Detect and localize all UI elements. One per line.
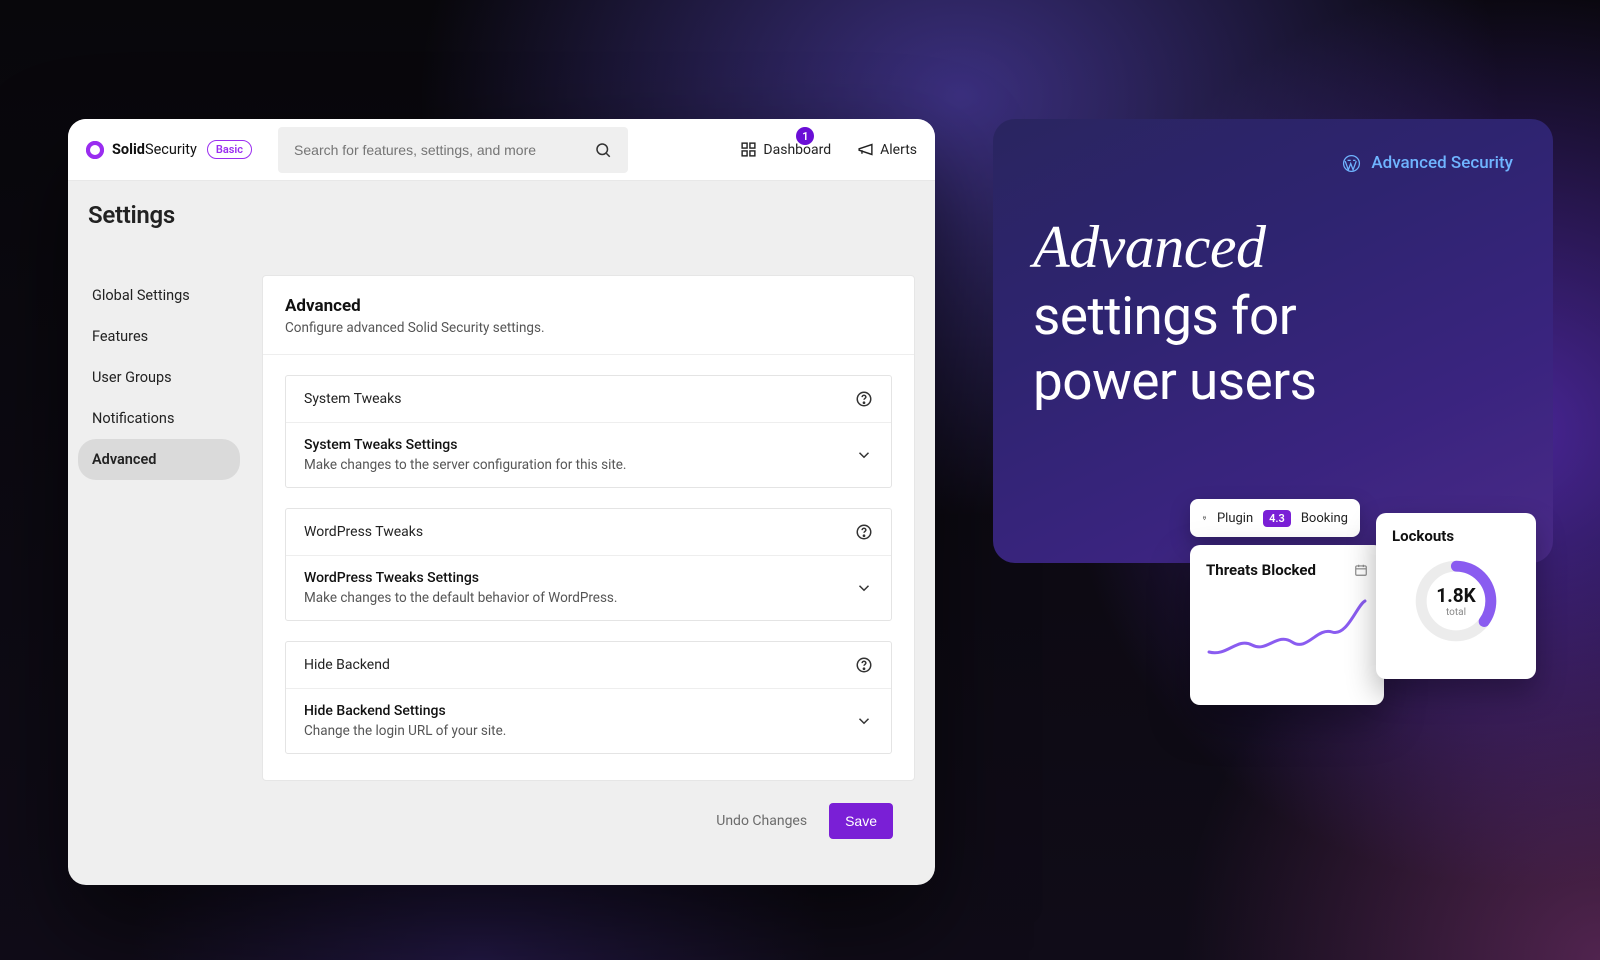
card-hide-backend: Hide Backend Hide Backend Settings Chang… [285, 641, 892, 754]
sidebar-item-notifications[interactable]: Notifications [78, 398, 240, 439]
card-subtitle: Hide Backend Settings [304, 703, 506, 719]
card-title-wordpress-tweaks: WordPress Tweaks [304, 524, 423, 540]
megaphone-icon [857, 141, 874, 158]
topbar-nav: Dashboard 1 Alerts [740, 141, 917, 158]
card-wordpress-tweaks: WordPress Tweaks WordPress Tweaks Settin… [285, 508, 892, 621]
advanced-panel: Advanced Configure advanced Solid Securi… [262, 275, 915, 781]
nav-alerts-label: Alerts [880, 142, 917, 158]
nav-alerts[interactable]: Alerts [857, 141, 917, 158]
promo-panel: Advanced Security Advanced settings for … [993, 119, 1553, 563]
save-button[interactable]: Save [829, 803, 893, 839]
calendar-icon [1354, 563, 1368, 577]
top-bar: SolidSecurity Basic Dashboard 1 Alerts [68, 119, 935, 181]
card-desc: Change the login URL of your site. [304, 723, 506, 739]
brand-name-bold: Solid [112, 141, 145, 158]
promo-headline: Advanced settings for power users [1033, 211, 1513, 414]
card-subtitle: WordPress Tweaks Settings [304, 570, 617, 586]
panel-subtitle: Configure advanced Solid Security settin… [285, 320, 892, 336]
dashboard-icon [740, 141, 757, 158]
panel-body: System Tweaks System Tweaks Settings Mak… [263, 355, 914, 780]
card-header-wordpress-tweaks: WordPress Tweaks [286, 509, 891, 556]
promo-top-label: Advanced Security [1371, 153, 1513, 173]
stat-lockouts-title: Lockouts [1392, 527, 1520, 545]
lockouts-value: 1.8K [1436, 584, 1475, 607]
nav-dashboard[interactable]: Dashboard 1 [740, 141, 831, 158]
chevron-down-icon [855, 446, 873, 464]
help-icon[interactable] [855, 523, 873, 541]
help-icon[interactable] [855, 390, 873, 408]
plug-icon [1202, 511, 1207, 525]
card-desc: Make changes to the default behavior of … [304, 590, 617, 606]
search-input[interactable] [294, 142, 594, 158]
card-subtitle: System Tweaks Settings [304, 437, 626, 453]
undo-changes-link[interactable]: Undo Changes [716, 813, 807, 829]
card-system-tweaks: System Tweaks System Tweaks Settings Mak… [285, 375, 892, 488]
promo-headline-line2: power users [1033, 350, 1317, 412]
chevron-down-icon [855, 712, 873, 730]
panel-title: Advanced [285, 296, 892, 316]
sparkline-chart [1206, 597, 1368, 667]
donut-center: 1.8K total [1436, 584, 1475, 618]
brand-name: SolidSecurity [112, 141, 197, 158]
sidebar-item-advanced[interactable]: Advanced [78, 439, 240, 480]
sidebar-item-user-groups[interactable]: User Groups [78, 357, 240, 398]
chevron-down-icon [855, 579, 873, 597]
plan-badge: Basic [207, 140, 252, 159]
app-window: SolidSecurity Basic Dashboard 1 Alerts S… [68, 119, 935, 885]
card-expand-system-tweaks[interactable]: System Tweaks Settings Make changes to t… [286, 423, 891, 487]
content-area: Global Settings Features User Groups Not… [68, 251, 935, 885]
promo-headline-emph: Advanced [1033, 214, 1266, 280]
stat-card-threats: Threats Blocked [1190, 545, 1384, 705]
card-title-system-tweaks: System Tweaks [304, 391, 402, 407]
nav-dashboard-label: Dashboard [763, 142, 831, 158]
sidebar-item-features[interactable]: Features [78, 316, 240, 357]
stat-card-lockouts: Lockouts 1.8K total [1376, 513, 1536, 679]
brand-name-thin: Security [145, 141, 197, 158]
wordpress-icon [1342, 154, 1361, 173]
stat-plugin-extra: Booking [1301, 511, 1348, 526]
settings-sidebar: Global Settings Features User Groups Not… [68, 251, 250, 885]
page-title: Settings [68, 181, 935, 251]
panel-header: Advanced Configure advanced Solid Securi… [263, 276, 914, 355]
stat-threats-title: Threats Blocked [1206, 561, 1316, 579]
lockouts-sub: total [1436, 607, 1475, 618]
settings-footer: Undo Changes Save [262, 781, 915, 861]
card-expand-hide-backend[interactable]: Hide Backend Settings Change the login U… [286, 689, 891, 753]
logo-mark-icon [86, 141, 104, 159]
stat-card-plugin: Plugin 4.3 Booking [1190, 499, 1360, 537]
card-desc: Make changes to the server configuration… [304, 457, 626, 473]
promo-headline-line1: settings for [1033, 285, 1296, 347]
help-icon[interactable] [855, 656, 873, 674]
search-box[interactable] [278, 127, 628, 173]
stat-plugin-version: 4.3 [1263, 510, 1291, 527]
settings-main: Advanced Configure advanced Solid Securi… [250, 251, 935, 885]
card-title-hide-backend: Hide Backend [304, 657, 390, 673]
stat-plugin-label: Plugin [1217, 511, 1253, 526]
card-header-hide-backend: Hide Backend [286, 642, 891, 689]
brand-logo: SolidSecurity Basic [86, 140, 252, 159]
promo-header: Advanced Security [1033, 153, 1513, 173]
search-icon [594, 141, 612, 159]
card-header-system-tweaks: System Tweaks [286, 376, 891, 423]
sidebar-item-global-settings[interactable]: Global Settings [78, 275, 240, 316]
card-expand-wordpress-tweaks[interactable]: WordPress Tweaks Settings Make changes t… [286, 556, 891, 620]
